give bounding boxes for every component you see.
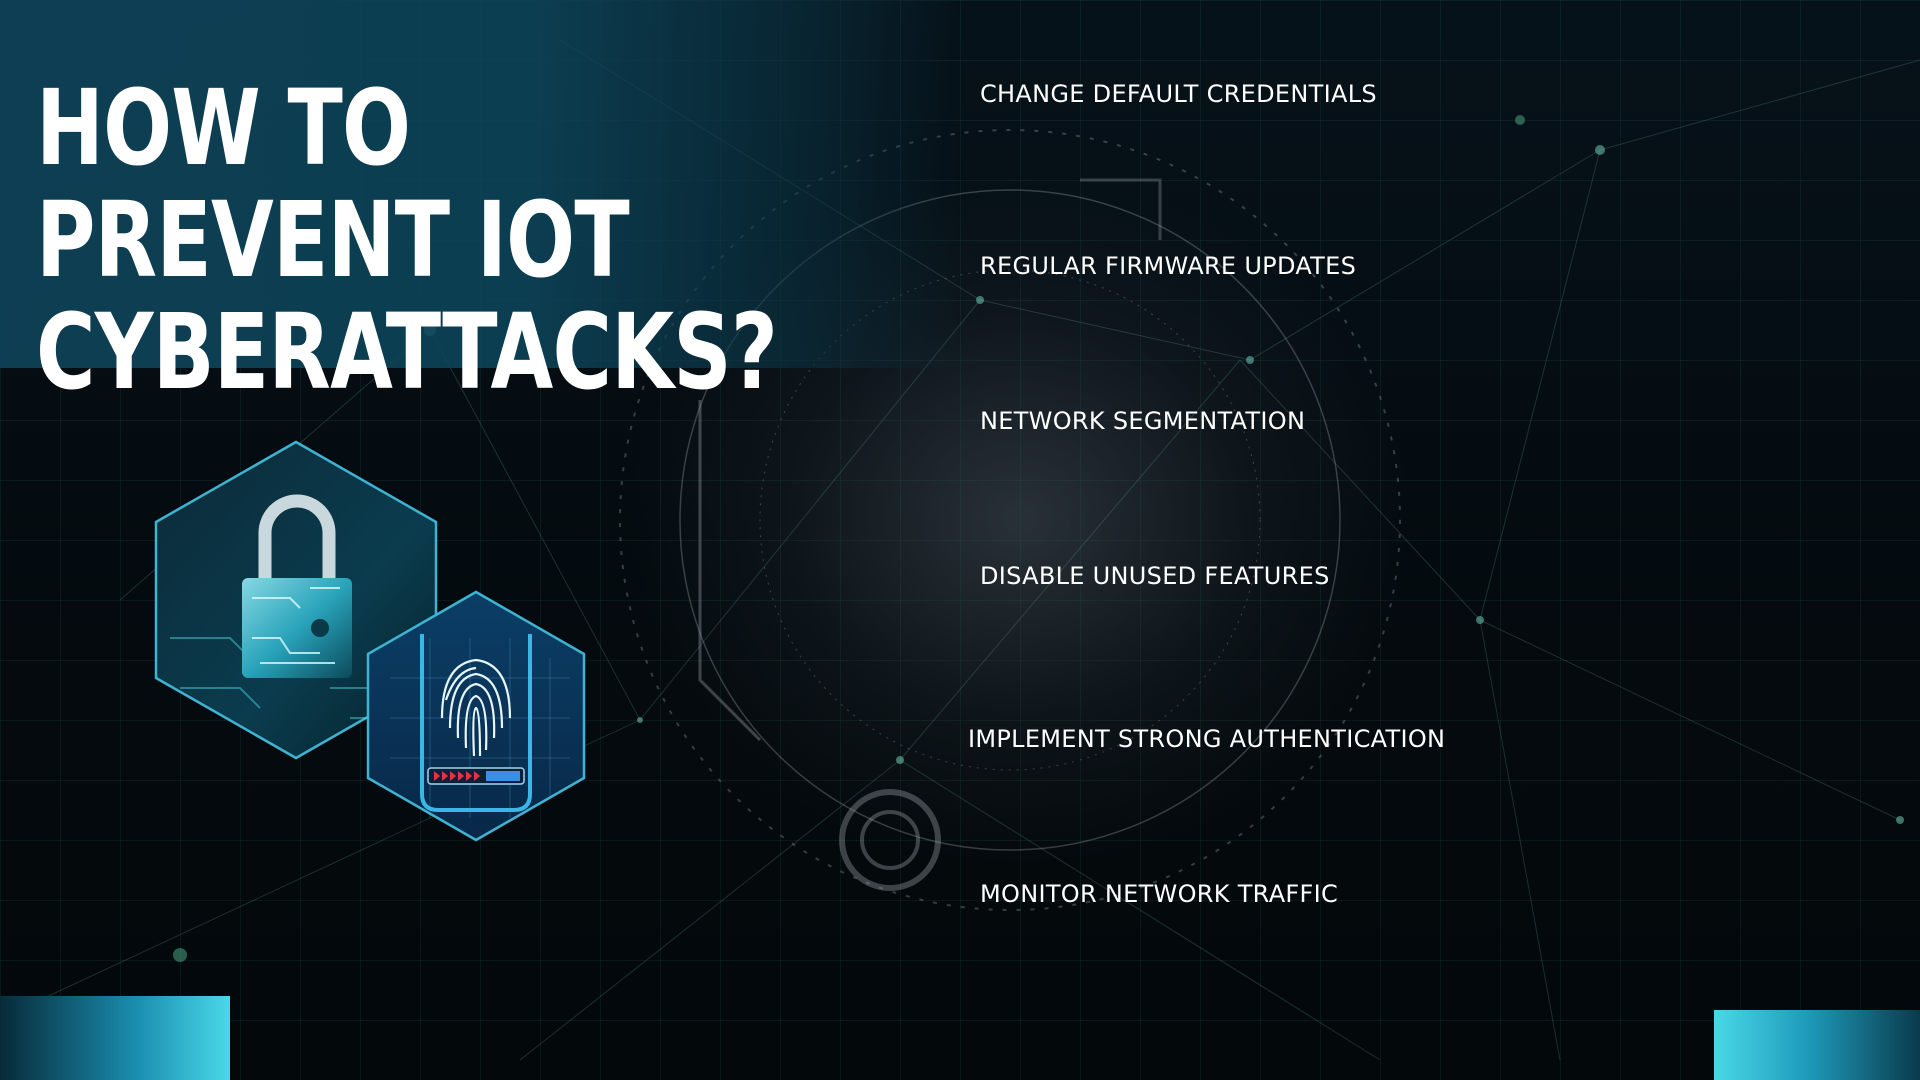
- slide: HOW TO PREVENT IOT CYBERATTACKS? CHANGE …: [0, 0, 1920, 1080]
- step-implement-strong-authentication: IMPLEMENT STRONG AUTHENTICATION: [968, 725, 1446, 753]
- step-change-default-credentials: CHANGE DEFAULT CREDENTIALS: [980, 80, 1377, 108]
- accent-bar-right: [1714, 1010, 1920, 1080]
- slide-title: HOW TO PREVENT IOT CYBERATTACKS?: [36, 67, 778, 413]
- accent-bar-left: [0, 996, 230, 1080]
- step-disable-unused-features: DISABLE UNUSED FEATURES: [980, 562, 1330, 590]
- step-monitor-network-traffic: MONITOR NETWORK TRAFFIC: [980, 880, 1339, 908]
- step-regular-firmware-updates: REGULAR FIRMWARE UPDATES: [980, 252, 1357, 280]
- step-network-segmentation: NETWORK SEGMENTATION: [980, 407, 1306, 435]
- security-illustration: [154, 440, 586, 842]
